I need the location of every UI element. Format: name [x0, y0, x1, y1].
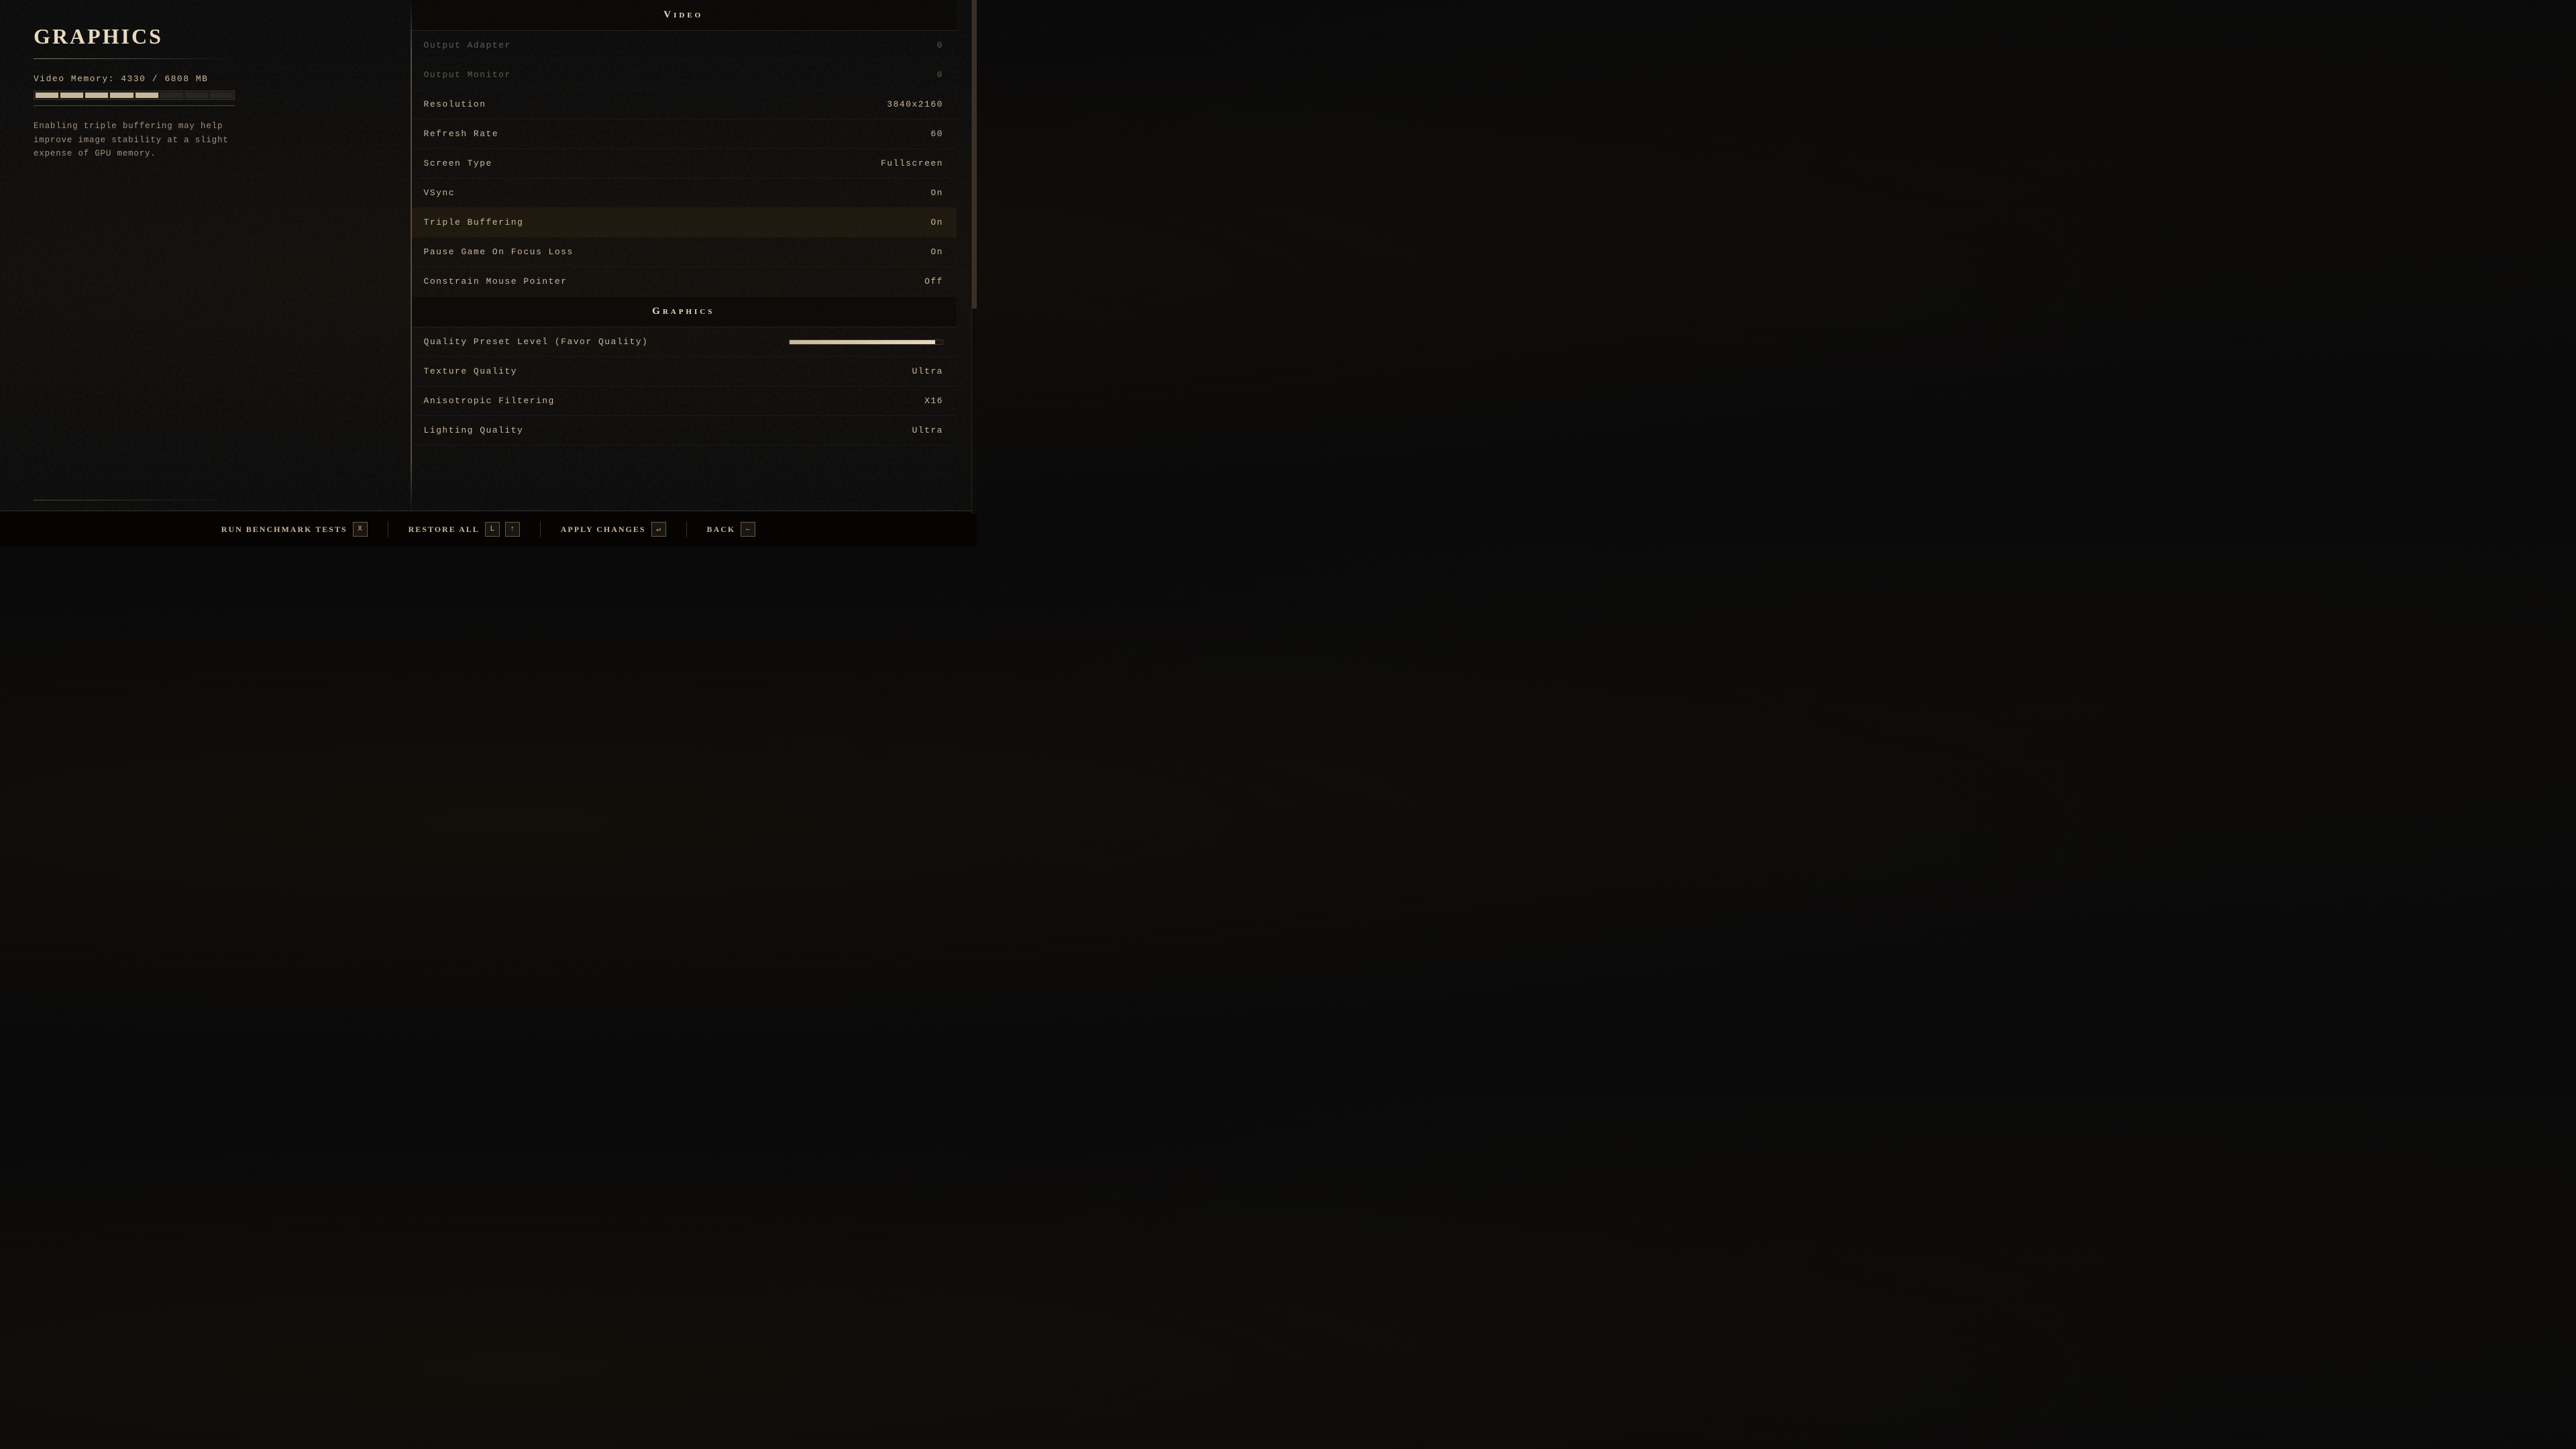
setting-name-resolution: Resolution: [424, 99, 486, 109]
setting-name-lighting-quality: Lighting Quality: [424, 425, 524, 435]
setting-lighting-quality[interactable]: Lighting Quality Ultra: [411, 416, 957, 445]
page-title: Graphics: [34, 24, 384, 49]
quality-bar: [789, 339, 943, 345]
setting-name-anisotropic: Anisotropic Filtering: [424, 396, 555, 406]
memory-seg-8: [210, 93, 233, 98]
setting-name-output-monitor: Output Monitor: [424, 70, 511, 80]
setting-quality-preset[interactable]: Quality Preset Level (Favor Quality): [411, 327, 957, 357]
quality-bar-container: [789, 339, 943, 345]
setting-value-texture-quality: Ultra: [912, 366, 943, 376]
memory-bar: [34, 91, 235, 100]
setting-value-constrain-mouse: Off: [924, 276, 943, 286]
setting-value-anisotropic: X16: [924, 396, 943, 406]
setting-name-refresh-rate: Refresh Rate: [424, 129, 499, 139]
setting-value-screen-type: Fullscreen: [881, 158, 943, 168]
memory-seg-3: [85, 93, 108, 98]
setting-name-triple-buffering: Triple Buffering: [424, 217, 524, 227]
memory-seg-1: [36, 93, 58, 98]
setting-refresh-rate[interactable]: Refresh Rate 60: [411, 119, 957, 149]
video-memory-label: Video Memory: 4330 / 6808 MB: [34, 74, 384, 84]
setting-name-constrain-mouse: Constrain Mouse Pointer: [424, 276, 568, 286]
setting-name-screen-type: Screen Type: [424, 158, 492, 168]
setting-value-triple-buffering: On: [930, 217, 943, 227]
right-panel: Video Output Adapter 0 Output Monitor 0 …: [411, 0, 977, 547]
setting-value-lighting-quality: Ultra: [912, 425, 943, 435]
settings-scroll[interactable]: Video Output Adapter 0 Output Monitor 0 …: [411, 0, 977, 547]
setting-value-resolution: 3840x2160: [887, 99, 943, 109]
setting-value-pause-game: On: [930, 247, 943, 257]
setting-name-output-adapter: Output Adapter: [424, 40, 511, 50]
page-container: Graphics Video Memory: 4330 / 6808 MB En…: [0, 0, 977, 547]
setting-vsync[interactable]: VSync On: [411, 178, 957, 208]
section-header-video: Video: [411, 0, 957, 31]
setting-name-vsync: VSync: [424, 188, 455, 198]
setting-name-quality-preset: Quality Preset Level (Favor Quality): [424, 337, 649, 347]
memory-bar-line: [34, 105, 235, 106]
setting-value-refresh-rate: 60: [930, 129, 943, 139]
setting-resolution[interactable]: Resolution 3840x2160: [411, 90, 957, 119]
setting-value-vsync: On: [930, 188, 943, 198]
section-header-graphics: Graphics: [411, 297, 957, 327]
setting-output-adapter[interactable]: Output Adapter 0: [411, 31, 957, 60]
setting-name-pause-game: Pause Game On Focus Loss: [424, 247, 574, 257]
setting-anisotropic[interactable]: Anisotropic Filtering X16: [411, 386, 957, 416]
left-panel: Graphics Video Memory: 4330 / 6808 MB En…: [0, 0, 411, 547]
title-divider: [34, 58, 235, 59]
scroll-indicator[interactable]: [971, 0, 977, 514]
setting-constrain-mouse[interactable]: Constrain Mouse Pointer Off: [411, 267, 957, 297]
memory-seg-5: [136, 93, 158, 98]
setting-value-output-adapter: 0: [937, 40, 943, 50]
memory-seg-4: [110, 93, 133, 98]
setting-value-output-monitor: 0: [937, 70, 943, 80]
memory-seg-7: [185, 93, 208, 98]
setting-pause-game[interactable]: Pause Game On Focus Loss On: [411, 237, 957, 267]
description-text: Enabling triple buffering may help impro…: [34, 119, 248, 161]
setting-triple-buffering[interactable]: Triple Buffering On: [411, 208, 957, 237]
scroll-thumb: [972, 0, 977, 309]
memory-seg-6: [160, 93, 183, 98]
setting-screen-type[interactable]: Screen Type Fullscreen: [411, 149, 957, 178]
setting-output-monitor[interactable]: Output Monitor 0: [411, 60, 957, 90]
memory-seg-2: [60, 93, 83, 98]
setting-texture-quality[interactable]: Texture Quality Ultra: [411, 357, 957, 386]
setting-name-texture-quality: Texture Quality: [424, 366, 518, 376]
quality-bar-fill: [790, 340, 935, 344]
